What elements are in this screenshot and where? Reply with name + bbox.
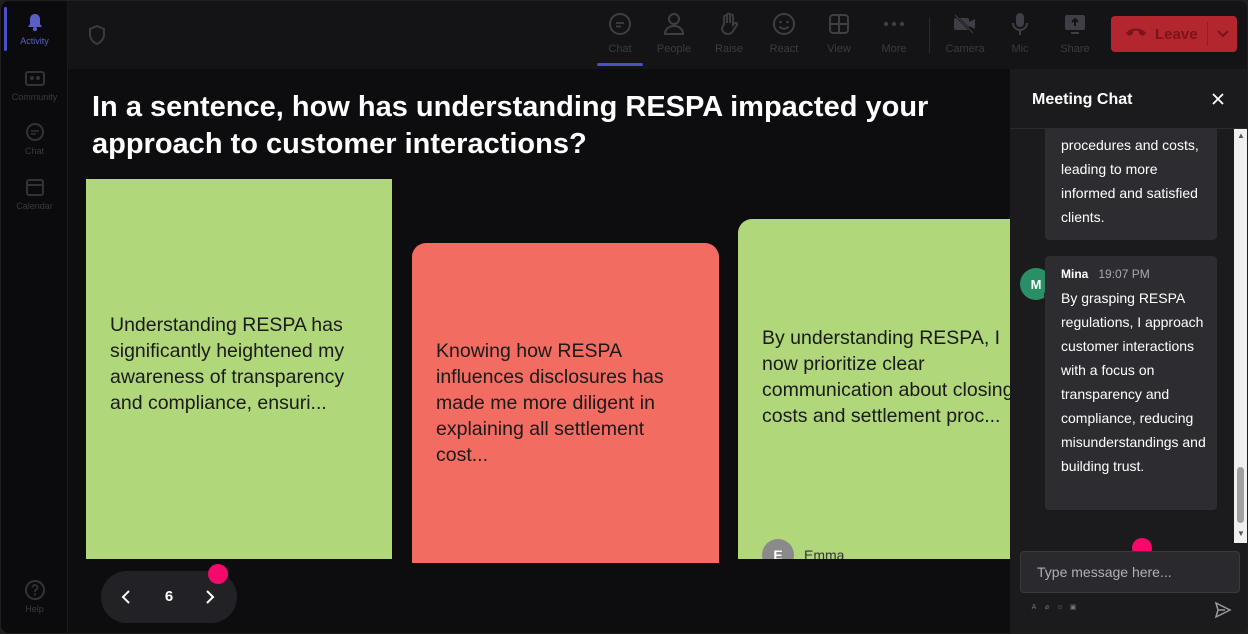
meeting-chat-panel: Meeting Chat procedures and costs, leadi… — [1010, 69, 1247, 633]
question-title: In a sentence, how has understanding RES… — [92, 91, 929, 160]
response-card[interactable]: By understanding RESPA, I now prioritize… — [738, 219, 1010, 559]
rail-item-activity[interactable]: Activity — [1, 11, 68, 63]
leave-button[interactable]: Leave — [1111, 16, 1237, 52]
response-line: communication about closing — [762, 379, 1010, 401]
chat-icon — [607, 11, 633, 37]
format-text-icon[interactable]: A — [1030, 603, 1038, 611]
format-toolbar: A ⌀ ☺ ▣ — [1030, 603, 1077, 612]
message-meta: Mina 19:07 PM — [1061, 262, 1217, 286]
people-icon — [661, 11, 687, 37]
toolbar-react-button[interactable]: React — [758, 11, 810, 61]
toolbar-camera-button[interactable]: Camera — [939, 11, 991, 61]
rail-item-label: Community — [11, 92, 58, 102]
message-input[interactable] — [1021, 552, 1239, 592]
rail-item-calendar[interactable]: Calendar — [1, 176, 68, 228]
chat-icon — [24, 121, 46, 143]
response-text: Understanding RESPA has significantly he… — [110, 314, 345, 414]
chevron-right-icon — [206, 590, 215, 604]
leave-main[interactable]: Leave — [1111, 25, 1207, 43]
response-text: Knowing how RESPA influences disclosures… — [436, 340, 664, 466]
shield-icon[interactable] — [88, 24, 106, 50]
more-icon — [881, 11, 907, 37]
toolbar-divider — [929, 17, 930, 53]
response-line: now prioritize clear — [762, 353, 925, 375]
chat-message: Mina 19:07 PM By grasping RESPA regulatio… — [1045, 256, 1217, 510]
toolbar-label: Camera — [945, 43, 985, 55]
toolbar-label: More — [881, 43, 907, 55]
response-card[interactable]: Understanding RESPA has significantly he… — [86, 179, 392, 559]
emoji-icon[interactable]: ☺ — [1056, 603, 1064, 611]
leave-label: Leave — [1155, 25, 1198, 43]
click-marker — [208, 564, 228, 584]
grid-view-icon — [826, 11, 852, 37]
rail-item-chat[interactable]: Chat — [1, 121, 68, 173]
toolbar-label: React — [769, 43, 799, 55]
message-time: 19:07 PM — [1098, 267, 1150, 281]
scroll-thumb[interactable] — [1237, 467, 1244, 523]
rail-item-community[interactable]: Community — [1, 67, 68, 119]
rail-item-label: Activity — [20, 36, 49, 46]
hang-up-icon — [1125, 25, 1147, 43]
toolbar-label: Share — [1060, 43, 1090, 55]
smile-icon — [771, 11, 797, 37]
response-line: costs and settlement proc... — [762, 405, 1001, 427]
chat-title: Meeting Chat — [1032, 91, 1133, 108]
rail-item-label: Calendar — [16, 201, 53, 211]
message-text: procedures and costs, leading to more in… — [1061, 137, 1199, 225]
presentation-stage: In a sentence, how has understanding RES… — [68, 69, 1010, 633]
rail-item-label: Help — [25, 604, 44, 614]
mic-icon — [1007, 11, 1033, 37]
avatar: E — [762, 539, 794, 559]
close-icon[interactable] — [1210, 91, 1226, 107]
meeting-window: Activity Community Chat Calendar Help Ch… — [1, 1, 1247, 633]
response-card[interactable]: Knowing how RESPA influences disclosures… — [412, 243, 719, 563]
toolbar-label: People — [656, 43, 692, 55]
toolbar-label: Mic — [1011, 43, 1029, 55]
toolbar-label: Raise — [714, 43, 744, 55]
chat-message: procedures and costs, leading to more in… — [1045, 129, 1217, 240]
rail-item-label: Chat — [24, 146, 44, 156]
toolbar-more-button[interactable]: More — [868, 11, 920, 61]
scroll-up-icon[interactable]: ▲ — [1237, 131, 1245, 140]
chevron-down-icon[interactable] — [1208, 30, 1237, 38]
toolbar-view-button[interactable]: View — [813, 11, 865, 61]
camera-off-icon — [952, 11, 978, 37]
help-icon — [24, 579, 46, 601]
community-icon — [24, 67, 46, 89]
response-text: By understanding RESPA, I now prioritize… — [762, 325, 1010, 429]
toolbar-label: View — [827, 43, 851, 55]
share-screen-icon — [1062, 11, 1088, 37]
toolbar-share-button[interactable]: Share — [1049, 11, 1101, 61]
chat-input-box[interactable] — [1020, 551, 1240, 593]
app-rail: Activity Community Chat Calendar Help — [1, 1, 68, 633]
rail-item-help[interactable]: Help — [1, 579, 68, 631]
gif-icon[interactable]: ▣ — [1069, 603, 1077, 611]
toolbar-chat-button[interactable]: Chat — [594, 11, 646, 61]
response-line: By understanding RESPA, I — [762, 327, 1001, 349]
toolbar-people-button[interactable]: People — [648, 11, 700, 61]
toolbar-label: Chat — [608, 43, 632, 55]
toolbar-mic-button[interactable]: Mic — [994, 11, 1046, 61]
sender-name: Mina — [1061, 267, 1089, 281]
active-tab-indicator — [597, 63, 643, 66]
scroll-down-icon[interactable]: ▼ — [1237, 529, 1245, 538]
send-icon[interactable] — [1214, 601, 1232, 619]
next-button[interactable] — [199, 586, 221, 608]
bell-icon — [24, 11, 46, 33]
message-text: By grasping RESPA regulations, I approac… — [1061, 290, 1206, 474]
toolbar-raise-button[interactable]: Raise — [703, 11, 755, 61]
calendar-icon — [24, 176, 46, 198]
meeting-toolbar: Chat People Raise React View More Camera… — [68, 1, 1247, 69]
chat-scrollbar[interactable]: ▲ ▼ — [1234, 129, 1247, 543]
author-name: Emma — [804, 547, 845, 559]
chevron-left-icon — [121, 590, 130, 604]
response-author: E Emma — [762, 539, 844, 559]
chat-messages: procedures and costs, leading to more in… — [1010, 129, 1234, 543]
raise-hand-icon — [716, 11, 742, 37]
attach-icon[interactable]: ⌀ — [1043, 603, 1051, 611]
previous-button[interactable] — [115, 586, 137, 608]
page-number: 6 — [164, 588, 174, 605]
